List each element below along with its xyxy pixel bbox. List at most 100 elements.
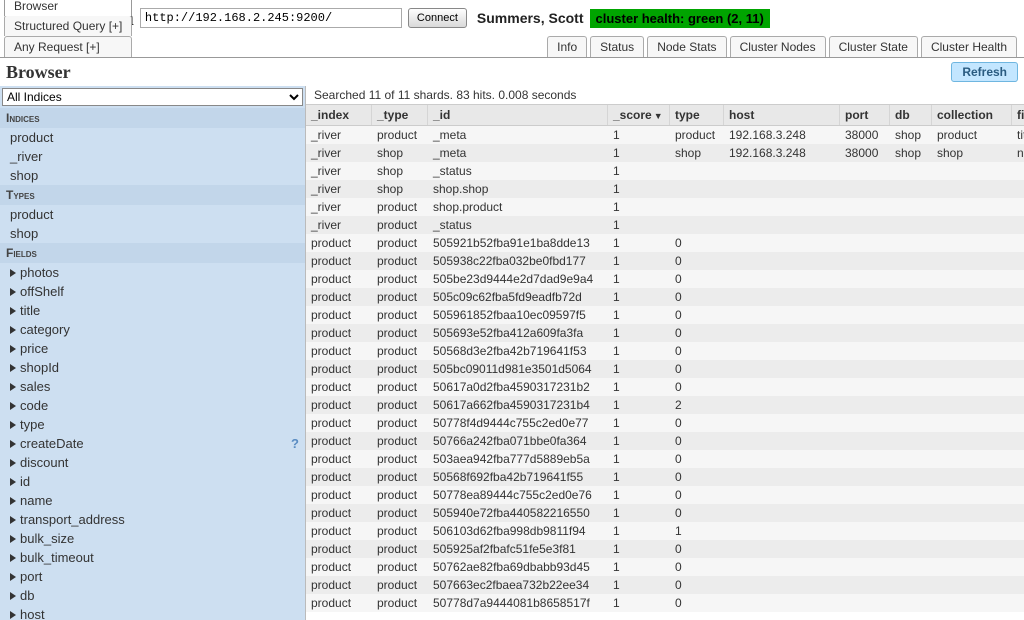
sidebar-item-label: id xyxy=(20,474,30,489)
sidebar-item--river[interactable]: _river xyxy=(0,147,305,166)
cell-db xyxy=(890,342,932,360)
table-row[interactable]: productproduct50617a662fba4590317231b412 xyxy=(306,396,1024,414)
col-db[interactable]: db xyxy=(890,105,932,125)
sidebar-item-host[interactable]: host xyxy=(0,605,305,620)
sidebar-item-product[interactable]: product xyxy=(0,128,305,147)
sidebar-item-createdate[interactable]: createDate? xyxy=(0,434,305,453)
tab-cluster-nodes[interactable]: Cluster Nodes xyxy=(730,36,826,57)
table-row[interactable]: productproduct50617a0d2fba4590317231b210 xyxy=(306,378,1024,396)
tab-cluster-state[interactable]: Cluster State xyxy=(829,36,918,57)
table-row[interactable]: productproduct50778d7a9444081b8658517f10 xyxy=(306,594,1024,612)
table-row[interactable]: productproduct50762ae82fba69dbabb93d4510 xyxy=(306,558,1024,576)
sidebar-item-bulk-size[interactable]: bulk_size xyxy=(0,529,305,548)
grid-body[interactable]: _riverproduct_meta1product192.168.3.2483… xyxy=(306,126,1024,620)
tab-browser[interactable]: Browser xyxy=(4,0,132,16)
table-row[interactable]: productproduct505938c22fba032be0fbd17710 xyxy=(306,252,1024,270)
cell-host xyxy=(724,180,840,198)
tab-any-request-[interactable]: Any Request [+] xyxy=(4,36,132,57)
sidebar-item-product[interactable]: product xyxy=(0,205,305,224)
sidebar-item-title[interactable]: title xyxy=(0,301,305,320)
tab-node-stats[interactable]: Node Stats xyxy=(647,36,726,57)
table-row[interactable]: _riverproduct_meta1product192.168.3.2483… xyxy=(306,126,1024,144)
table-row[interactable]: _riverproductshop.product1 xyxy=(306,198,1024,216)
cell-collection: product xyxy=(932,126,1012,144)
cell-fields xyxy=(1012,180,1024,198)
table-row[interactable]: productproduct505925af2fbafc51fe5e3f8110 xyxy=(306,540,1024,558)
sidebar-item-transport-address[interactable]: transport_address xyxy=(0,510,305,529)
table-row[interactable]: productproduct505bc09011d981e3501d506410 xyxy=(306,360,1024,378)
table-row[interactable]: productproduct50778f4d9444c755c2ed0e7710 xyxy=(306,414,1024,432)
sidebar-item-shop[interactable]: shop xyxy=(0,224,305,243)
col-host[interactable]: host xyxy=(724,105,840,125)
cell-type: shop xyxy=(670,144,724,162)
cell--score: 1 xyxy=(608,252,670,270)
sidebar-item-code[interactable]: code xyxy=(0,396,305,415)
cell-db xyxy=(890,288,932,306)
cell--type: product xyxy=(372,486,428,504)
cell-host xyxy=(724,270,840,288)
sidebar-item-type[interactable]: type xyxy=(0,415,305,434)
col--id[interactable]: _id xyxy=(428,105,608,125)
col--type[interactable]: _type xyxy=(372,105,428,125)
sidebar-item-name[interactable]: name xyxy=(0,491,305,510)
col-fields[interactable]: fields xyxy=(1012,105,1024,125)
connection-url-input[interactable] xyxy=(140,8,402,28)
cell--id: _status xyxy=(428,216,608,234)
col--score[interactable]: _score▼ xyxy=(608,105,670,125)
sidebar-item-db[interactable]: db xyxy=(0,586,305,605)
tab-structured-query-[interactable]: Structured Query [+] xyxy=(4,15,132,36)
help-icon[interactable]: ? xyxy=(291,436,299,451)
sidebar-item-port[interactable]: port xyxy=(0,567,305,586)
table-row[interactable]: productproduct507663ec2fbaea732b22ee3410 xyxy=(306,576,1024,594)
table-row[interactable]: productproduct50766a242fba071bbe0fa36410 xyxy=(306,432,1024,450)
col-port[interactable]: port xyxy=(840,105,890,125)
cell-fields xyxy=(1012,252,1024,270)
col-type[interactable]: type xyxy=(670,105,724,125)
sidebar-item-label: product xyxy=(10,130,53,145)
indices-dropdown[interactable]: All Indices xyxy=(2,88,303,106)
refresh-button[interactable]: Refresh xyxy=(951,62,1018,82)
table-row[interactable]: _riverproduct_status1 xyxy=(306,216,1024,234)
table-row[interactable]: productproduct505c09c62fba5fd9eadfb72d10 xyxy=(306,288,1024,306)
cell-collection xyxy=(932,360,1012,378)
table-row[interactable]: productproduct505be23d9444e2d7dad9e9a410 xyxy=(306,270,1024,288)
table-row[interactable]: productproduct505693e52fba412a609fa3fa10 xyxy=(306,324,1024,342)
sidebar-item-label: createDate xyxy=(20,436,84,451)
table-row[interactable]: _rivershopshop.shop1 xyxy=(306,180,1024,198)
table-row[interactable]: productproduct50568d3e2fba42b719641f5310 xyxy=(306,342,1024,360)
cell-host xyxy=(724,378,840,396)
cell--id: 505940e72fba440582216550 xyxy=(428,504,608,522)
cell--score: 1 xyxy=(608,396,670,414)
sidebar-item-shop[interactable]: shop xyxy=(0,166,305,185)
table-row[interactable]: productproduct505940e72fba44058221655010 xyxy=(306,504,1024,522)
table-row[interactable]: productproduct50568f692fba42b719641f5510 xyxy=(306,468,1024,486)
table-row[interactable]: productproduct503aea942fba777d5889eb5a10 xyxy=(306,450,1024,468)
tab-cluster-health[interactable]: Cluster Health xyxy=(921,36,1017,57)
cell--type: product xyxy=(372,342,428,360)
table-row[interactable]: productproduct505961852fbaa10ec09597f510 xyxy=(306,306,1024,324)
cell--index: product xyxy=(306,540,372,558)
sidebar-item-bulk-timeout[interactable]: bulk_timeout xyxy=(0,548,305,567)
sidebar-item-shopid[interactable]: shopId xyxy=(0,358,305,377)
col--index[interactable]: _index xyxy=(306,105,372,125)
tab-status[interactable]: Status xyxy=(590,36,644,57)
table-row[interactable]: productproduct505921b52fba91e1ba8dde1310 xyxy=(306,234,1024,252)
sidebar-item-discount[interactable]: discount xyxy=(0,453,305,472)
tab-info[interactable]: Info xyxy=(547,36,587,57)
sidebar-item-price[interactable]: price xyxy=(0,339,305,358)
table-row[interactable]: productproduct506103d62fba998db9811f9411 xyxy=(306,522,1024,540)
table-row[interactable]: _rivershop_status1 xyxy=(306,162,1024,180)
sidebar-item-offshelf[interactable]: offShelf xyxy=(0,282,305,301)
cell-host xyxy=(724,360,840,378)
sidebar-item-category[interactable]: category xyxy=(0,320,305,339)
sidebar-item-id[interactable]: id xyxy=(0,472,305,491)
table-row[interactable]: productproduct50778ea89444c755c2ed0e7610 xyxy=(306,486,1024,504)
col-collection[interactable]: collection xyxy=(932,105,1012,125)
table-row[interactable]: _rivershop_meta1shop192.168.3.24838000sh… xyxy=(306,144,1024,162)
cell-fields xyxy=(1012,378,1024,396)
sidebar-item-sales[interactable]: sales xyxy=(0,377,305,396)
sidebar-item-photos[interactable]: photos xyxy=(0,263,305,282)
cell--type: shop xyxy=(372,144,428,162)
expand-icon xyxy=(10,288,16,296)
connect-button[interactable]: Connect xyxy=(408,8,467,28)
